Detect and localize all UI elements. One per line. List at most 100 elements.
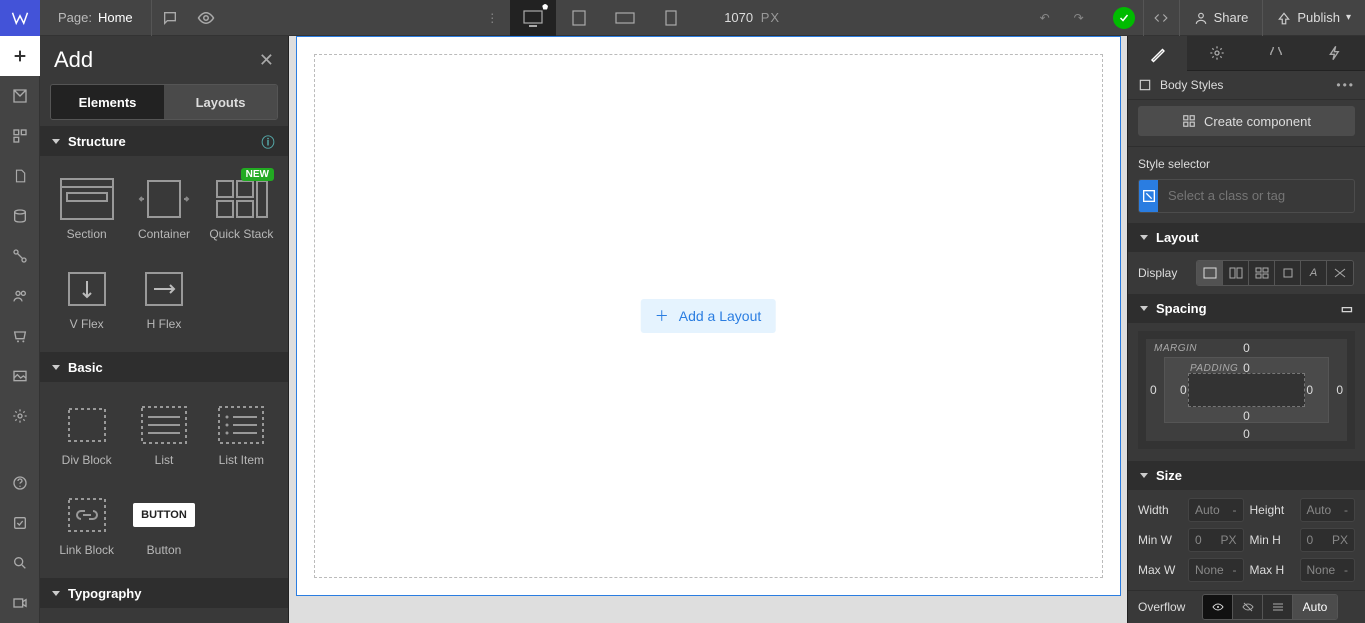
rail-help-button[interactable] — [0, 463, 40, 503]
viewport-size-label[interactable]: 1070 PX — [724, 10, 780, 25]
element-list-item[interactable]: List Item — [203, 390, 280, 480]
rail-add-button[interactable] — [0, 36, 40, 76]
overflow-hidden-button[interactable] — [1233, 595, 1263, 619]
rail-audit-button[interactable] — [0, 503, 40, 543]
padding-top-value[interactable]: 0 — [1243, 361, 1250, 375]
maxh-input[interactable]: None- — [1300, 558, 1356, 582]
page-selector[interactable]: Page: Home — [40, 0, 152, 36]
element-list[interactable]: List — [125, 390, 202, 480]
width-input[interactable]: Auto- — [1188, 498, 1244, 522]
padding-bottom-value[interactable]: 0 — [1243, 409, 1250, 423]
section-header-basic[interactable]: Basic — [40, 352, 288, 382]
element-label: Link Block — [59, 543, 114, 557]
height-label: Height — [1250, 503, 1294, 517]
display-inline-block-button[interactable] — [1275, 261, 1301, 285]
rail-search-button[interactable] — [0, 543, 40, 583]
publish-button[interactable]: Publish ▾ — [1262, 0, 1365, 36]
viewport-mobile-button[interactable] — [648, 0, 694, 36]
body-styles-row[interactable]: Body Styles ••• — [1128, 71, 1365, 100]
minh-label: Min H — [1250, 533, 1294, 547]
section-header-spacing[interactable]: Spacing ▭ — [1128, 294, 1365, 323]
tab-elements[interactable]: Elements — [51, 85, 164, 119]
viewport-desktop-button[interactable] — [510, 0, 556, 36]
element-link-block[interactable]: Link Block — [48, 480, 125, 570]
tab-style[interactable] — [1128, 36, 1187, 71]
overflow-visible-button[interactable] — [1203, 595, 1233, 619]
display-inline-button[interactable]: A — [1301, 261, 1327, 285]
close-icon[interactable]: ✕ — [259, 50, 274, 71]
element-container[interactable]: Container — [125, 164, 202, 254]
minh-input[interactable]: 0PX — [1300, 528, 1356, 552]
export-code-icon[interactable] — [1143, 0, 1179, 36]
status-ok-icon[interactable] — [1113, 7, 1135, 29]
rail-components-button[interactable] — [0, 116, 40, 156]
create-component-label: Create component — [1204, 114, 1311, 129]
margin-left-value[interactable]: 0 — [1150, 383, 1157, 397]
height-input[interactable]: Auto- — [1300, 498, 1356, 522]
section-header-layout[interactable]: Layout — [1128, 223, 1365, 252]
display-none-button[interactable] — [1327, 261, 1353, 285]
element-div-block[interactable]: Div Block — [48, 390, 125, 480]
element-hflex[interactable]: H Flex — [125, 254, 202, 344]
section-header-structure[interactable]: Structure ⓘ — [40, 126, 288, 156]
spacing-expand-icon[interactable]: ▭ — [1341, 301, 1353, 317]
margin-right-value[interactable]: 0 — [1336, 383, 1343, 397]
comments-icon[interactable] — [152, 0, 188, 36]
element-button[interactable]: BUTTON Button — [125, 480, 202, 570]
rail-users-button[interactable] — [0, 276, 40, 316]
create-component-button[interactable]: Create component — [1138, 106, 1355, 135]
more-icon[interactable]: ••• — [1336, 78, 1355, 92]
element-link[interactable]: Link — [203, 616, 280, 623]
display-flex-button[interactable] — [1223, 261, 1249, 285]
add-layout-button[interactable]: ＋ Add a Layout — [641, 299, 776, 333]
margin-bottom-value[interactable]: 0 — [1243, 427, 1250, 441]
preview-icon[interactable] — [188, 0, 224, 36]
info-icon[interactable]: ⓘ — [260, 133, 276, 149]
spacing-editor[interactable]: MARGIN PADDING 0 0 0 0 0 0 0 0 — [1138, 331, 1355, 448]
rail-navigator-button[interactable] — [0, 76, 40, 116]
element-label: H Flex — [147, 317, 182, 331]
display-grid-button[interactable] — [1249, 261, 1275, 285]
rail-cms-button[interactable] — [0, 196, 40, 236]
class-selector-input[interactable] — [1138, 179, 1355, 213]
rail-logic-button[interactable] — [0, 236, 40, 276]
maxw-input[interactable]: None- — [1188, 558, 1244, 582]
minw-input[interactable]: 0PX — [1188, 528, 1244, 552]
element-vflex[interactable]: V Flex — [48, 254, 125, 344]
artboard-body[interactable]: ＋ Add a Layout — [296, 36, 1121, 596]
rail-pages-button[interactable] — [0, 156, 40, 196]
rail-settings-button[interactable] — [0, 396, 40, 436]
minw-label: Min W — [1138, 533, 1182, 547]
rail-assets-button[interactable] — [0, 356, 40, 396]
canvas[interactable]: ＋ Add a Layout — [289, 36, 1127, 623]
rail-ecommerce-button[interactable] — [0, 316, 40, 356]
undo-button[interactable]: ↶ — [1031, 0, 1059, 36]
tab-interactions[interactable] — [1247, 36, 1306, 71]
viewport-landscape-button[interactable] — [602, 0, 648, 36]
width-label: Width — [1138, 503, 1182, 517]
tab-effects[interactable] — [1306, 36, 1365, 71]
display-block-button[interactable] — [1197, 261, 1223, 285]
element-heading[interactable]: Heading — [48, 616, 125, 623]
tab-settings[interactable] — [1187, 36, 1246, 71]
padding-right-value[interactable]: 0 — [1306, 383, 1313, 397]
more-icon[interactable]: ⋮ — [474, 0, 510, 36]
share-button[interactable]: Share — [1179, 0, 1263, 36]
overflow-scroll-button[interactable] — [1263, 595, 1293, 619]
section-header-typography[interactable]: Typography — [40, 578, 288, 608]
add-panel-tabs: Elements Layouts — [50, 84, 278, 120]
padding-left-value[interactable]: 0 — [1180, 383, 1187, 397]
app-logo[interactable] — [0, 0, 40, 36]
element-quick-stack[interactable]: NEW Quick Stack — [203, 164, 280, 254]
class-selector-field[interactable] — [1158, 188, 1354, 203]
element-section[interactable]: Section — [48, 164, 125, 254]
redo-button[interactable]: ↷ — [1065, 0, 1093, 36]
viewport-tablet-button[interactable] — [556, 0, 602, 36]
tab-layouts[interactable]: Layouts — [164, 85, 277, 119]
element-paragraph[interactable] — [125, 616, 202, 623]
rail-video-button[interactable] — [0, 583, 40, 623]
overflow-auto-button[interactable]: Auto — [1293, 595, 1337, 619]
margin-top-value[interactable]: 0 — [1243, 341, 1250, 355]
viewport-switcher: 1070 PX — [510, 0, 780, 36]
section-header-size[interactable]: Size — [1128, 461, 1365, 490]
